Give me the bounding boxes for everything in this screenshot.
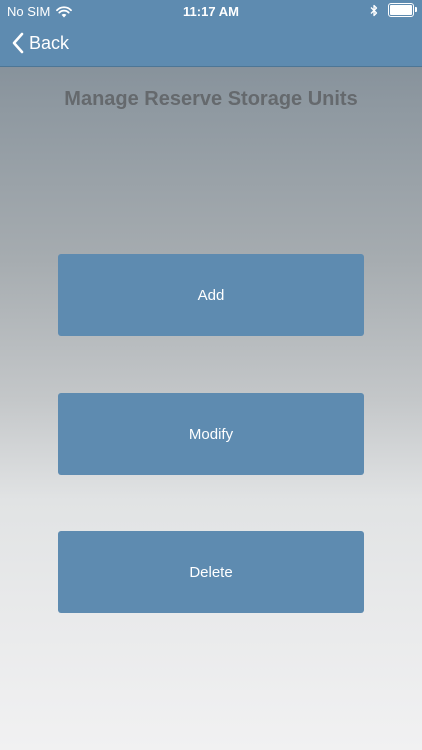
page-title: Manage Reserve Storage Units	[64, 88, 358, 110]
add-button-label: Add	[197, 286, 225, 304]
battery-tip	[415, 7, 417, 12]
navigation-bar: No SIM 11:17 AM Back	[0, 0, 422, 67]
battery-icon	[388, 3, 417, 17]
chevron-left-icon	[12, 32, 24, 54]
back-button[interactable]: Back	[12, 30, 69, 56]
status-bar: No SIM 11:17 AM	[0, 0, 422, 22]
bluetooth-icon	[370, 4, 378, 16]
delete-button[interactable]: Delete	[58, 531, 364, 613]
status-right-group	[370, 3, 417, 17]
add-button[interactable]: Add	[58, 254, 364, 336]
back-button-label: Back	[29, 32, 70, 53]
modify-button[interactable]: Modify	[58, 393, 364, 475]
status-time: 11:17 AM	[183, 4, 239, 19]
battery-fill	[390, 5, 412, 15]
modify-button-label: Modify	[188, 425, 234, 443]
delete-button-label: Delete	[189, 563, 233, 581]
